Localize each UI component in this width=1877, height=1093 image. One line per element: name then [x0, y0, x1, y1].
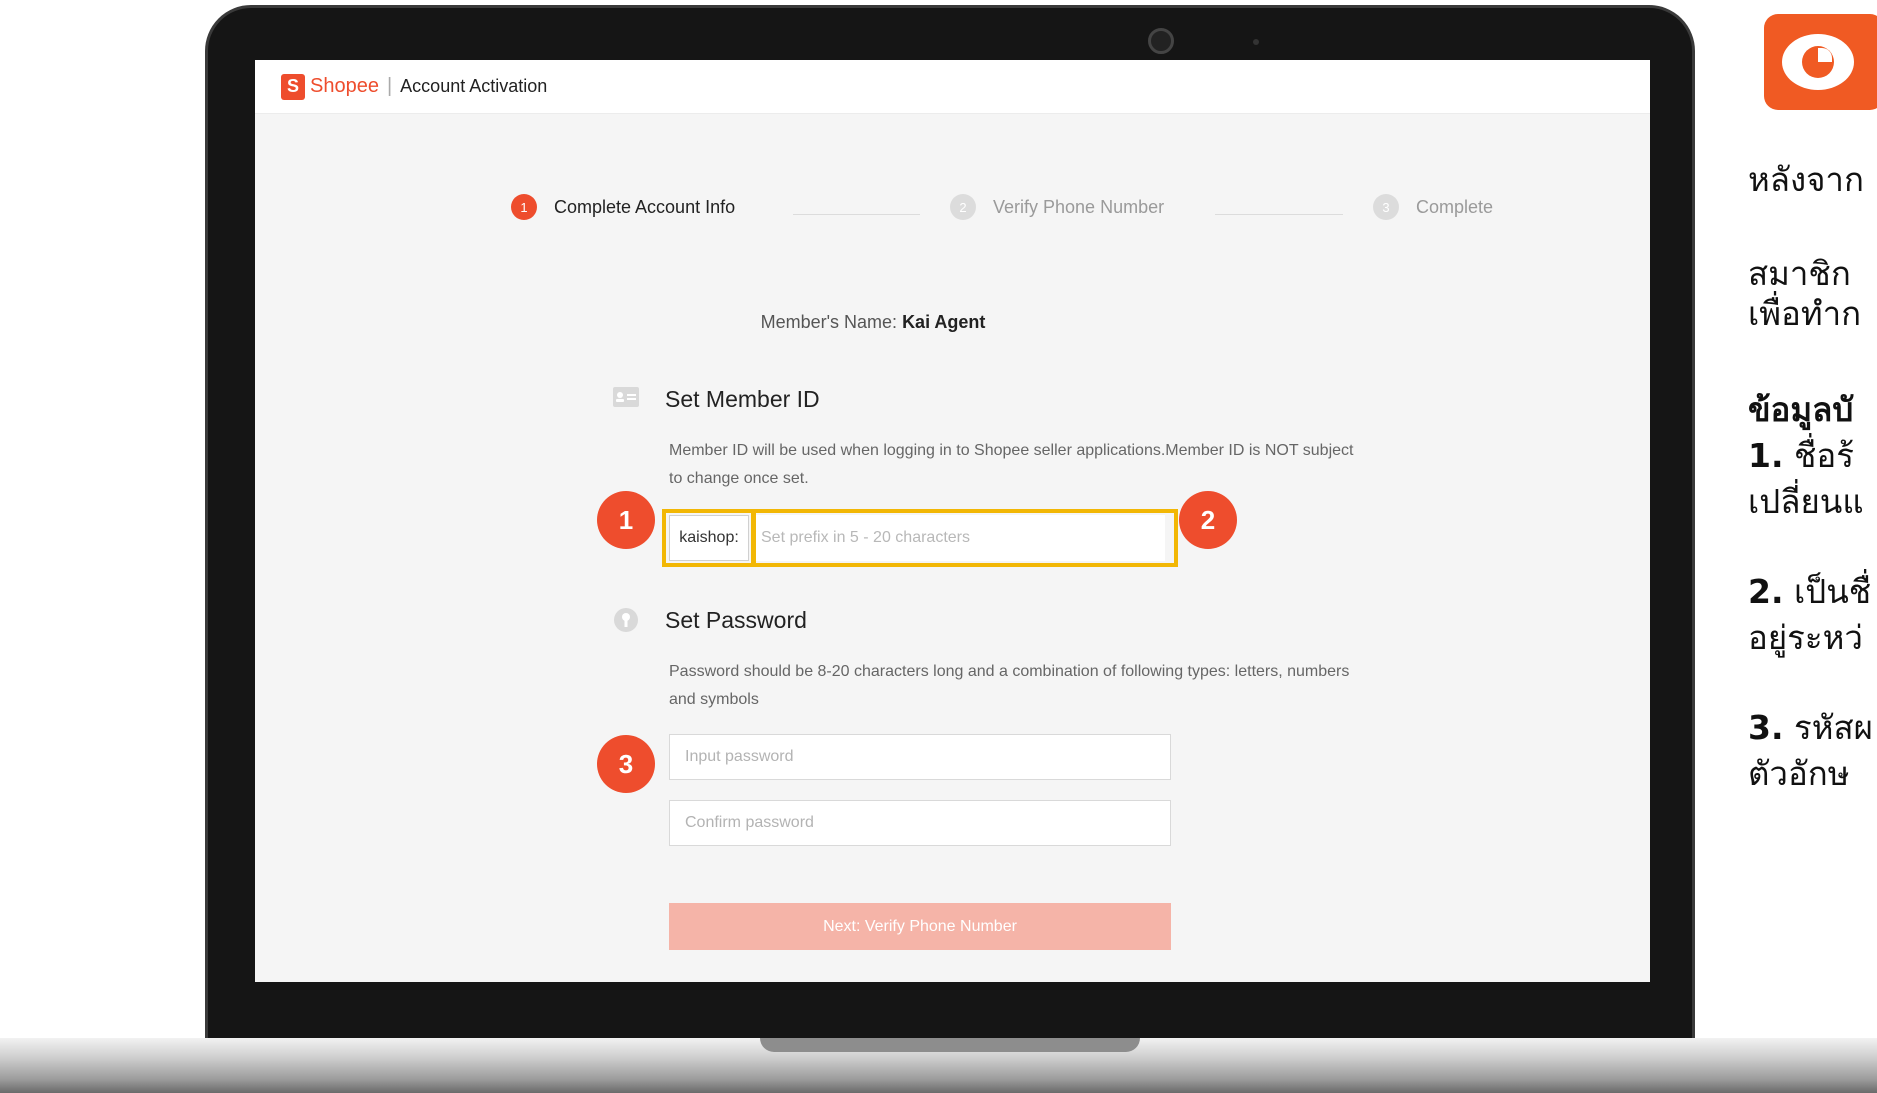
right-heading: ข้อมูลบั [1748, 390, 1853, 430]
annotation-marker-2: 2 [1179, 491, 1237, 549]
right-text-line1: หลังจาก [1748, 160, 1864, 199]
member-id-description: Member ID will be used when logging in t… [669, 442, 1354, 487]
right-heading-text: ข้อมูลบั [1748, 390, 1854, 429]
step-connector [1215, 214, 1343, 215]
step-complete-account-info: 1 Complete Account Info [511, 194, 735, 220]
right-text-line2: สมาชิก [1748, 254, 1851, 293]
stepper: 1 Complete Account Info 2 Verify Phone N… [255, 194, 1650, 224]
brand-name[interactable]: Shopee [310, 75, 379, 98]
step-verify-phone: 2 Verify Phone Number [950, 194, 1164, 220]
next-verify-phone-button[interactable]: Next: Verify Phone Number [669, 903, 1171, 950]
camera-icon [1148, 28, 1174, 54]
member-name-label: Member's Name: [760, 312, 898, 332]
step-label: Complete [1416, 196, 1494, 217]
eye-white [1782, 34, 1854, 90]
laptop-notch [760, 1038, 1140, 1052]
eye-pupil [1802, 46, 1834, 78]
step-number: 1 [511, 194, 537, 220]
step-label: Complete Account Info [554, 196, 736, 217]
right-item-3-text: รหัสผ [1794, 708, 1873, 747]
right-item-3: 3. รหัสผ [1748, 708, 1873, 748]
right-item-3-cont: ตัวอักษ [1748, 754, 1850, 793]
member-name-row: Member's Name: Kai Agent [255, 312, 1491, 333]
right-item-3-num: 3. [1748, 708, 1784, 747]
screen: S Shopee | Account Activation 1 Complete… [255, 60, 1650, 982]
right-item-2-num: 2. [1748, 572, 1784, 611]
right-item-1: 1. ชื่อร้ [1748, 436, 1854, 476]
page-title: Account Activation [400, 76, 548, 96]
right-item-2-text: เป็นชื่ [1794, 572, 1872, 611]
step-label: Verify Phone Number [993, 196, 1165, 217]
set-member-id-title: Set Member ID [665, 386, 820, 412]
right-item-2: 2. เป็นชื่ [1748, 572, 1871, 612]
member-name-value: Kai Agent [902, 312, 986, 332]
right-item-2-cont: อยู่ระหว่ [1748, 618, 1863, 657]
annotation-marker-1: 1 [597, 491, 655, 549]
right-item-1-num: 1. [1748, 436, 1784, 475]
member-id-input[interactable] [755, 515, 1165, 561]
member-id-prefix: kaishop: [669, 515, 749, 561]
step-number: 2 [950, 194, 976, 220]
confirm-password-input[interactable] [669, 800, 1171, 846]
shopee-logo-icon[interactable]: S [281, 73, 305, 100]
right-item-1-cont: เปลี่ยนแ [1748, 482, 1864, 521]
annotation-marker-3: 3 [597, 735, 655, 793]
title-separator: | [386, 75, 393, 97]
key-icon [614, 608, 638, 632]
right-item-1-text: ชื่อร้ [1794, 436, 1854, 475]
password-description: Password should be 8-20 characters long … [669, 663, 1350, 708]
step-complete: 3 Complete [1373, 194, 1493, 220]
step-number: 3 [1373, 194, 1399, 220]
id-card-icon [613, 387, 639, 407]
set-password-title: Set Password [665, 607, 807, 633]
right-text-line3: เพื่อทำก [1748, 294, 1862, 333]
password-input[interactable] [669, 734, 1171, 780]
sensor-dot [1253, 39, 1259, 45]
topbar: S Shopee | Account Activation [255, 60, 1650, 114]
step-connector [793, 214, 920, 215]
eye-icon [1764, 14, 1877, 110]
